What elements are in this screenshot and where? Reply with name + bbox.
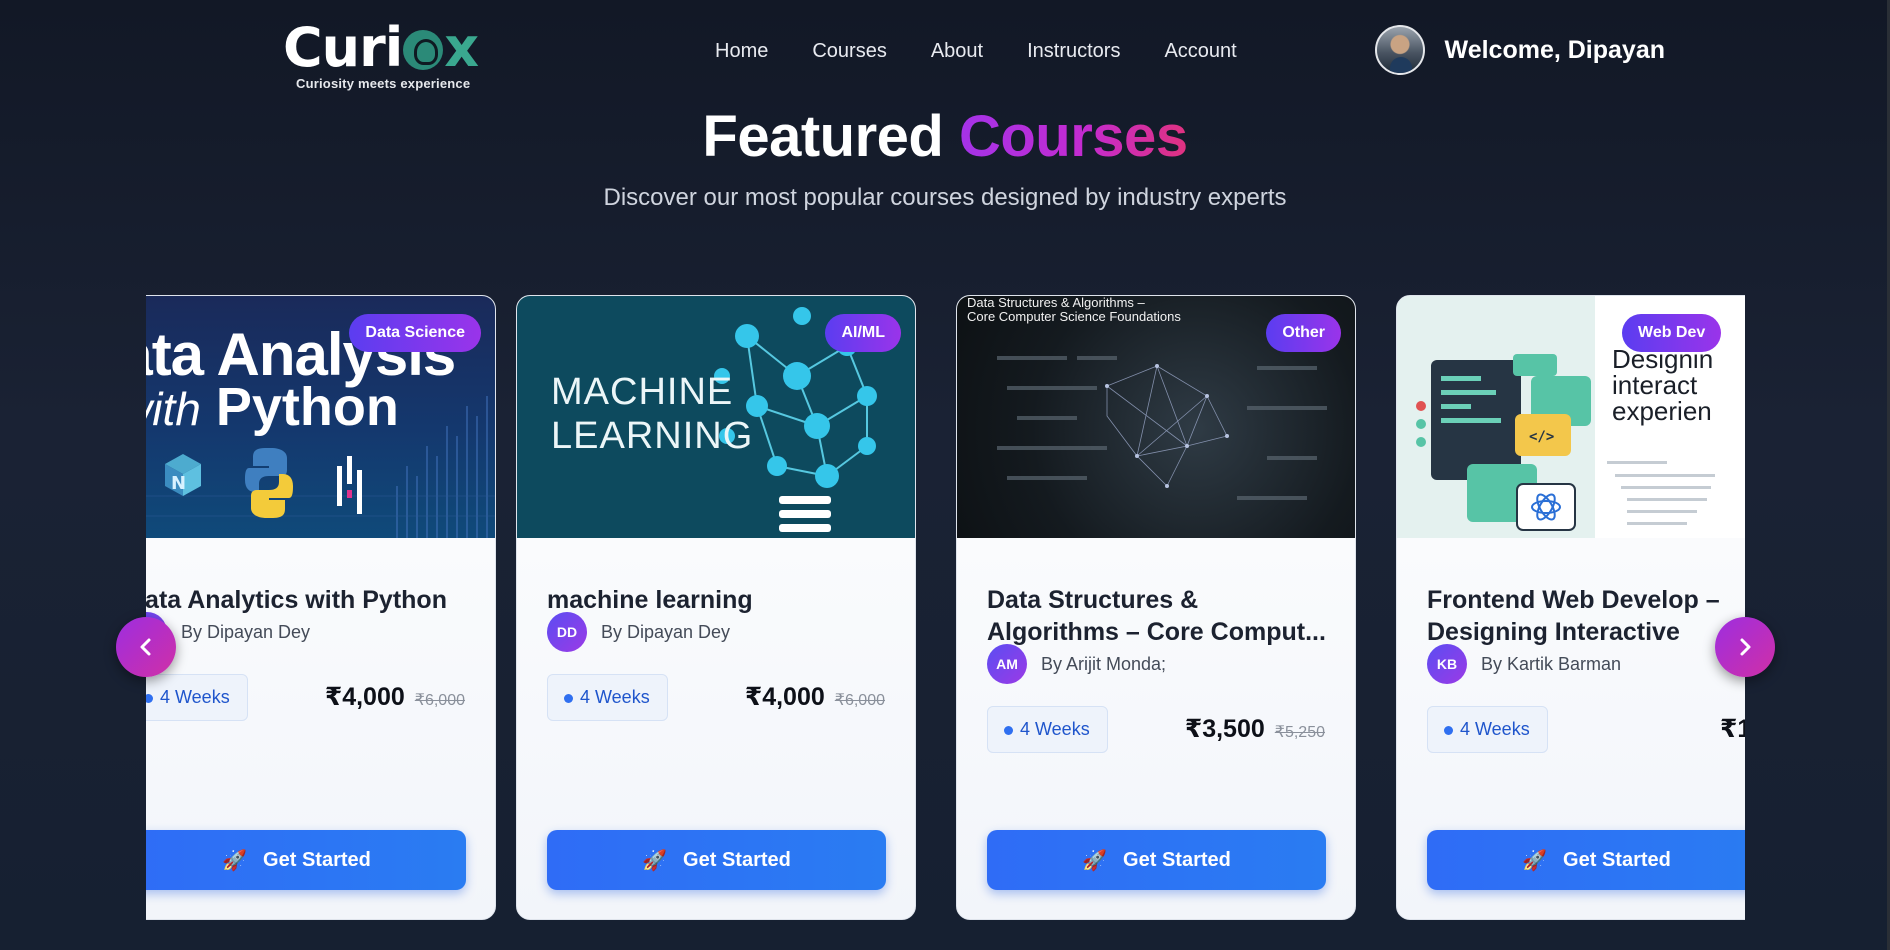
logo-text-right: x [444,16,479,79]
author-name: By Arijit Monda; [1041,653,1167,674]
author-initials: AM [987,644,1027,684]
category-badge: Data Science [349,314,481,352]
course-carousel: N Data Analysis with Python Data Scien [146,295,1745,922]
logo-text-left: Curi [283,16,403,79]
course-thumbnail: Data Structures & Algorithms – Core Comp… [957,296,1355,538]
nav-instructors[interactable]: Instructors [1027,40,1120,63]
main-nav: Home Courses About Instructors Account [715,40,1237,63]
title-white-part: Featured [702,104,944,169]
course-title[interactable]: Frontend Web Develop – Designing Interac… [1427,584,1745,648]
duration-badge: 4 Weeks [146,674,248,721]
nav-home[interactable]: Home [715,40,768,63]
original-price: ₹5,250 [1274,724,1325,741]
course-thumbnail: MACHINE LEARNING AI/ML [517,296,915,538]
cta-label: Get Started [1123,848,1231,871]
section-title: Featured Courses [0,103,1890,170]
rocket-icon: 🚀 [1082,849,1108,872]
course-price: ₹3,500 ₹5,250 [1185,714,1325,744]
current-price: ₹4,000 [744,683,825,711]
author-name: By Dipayan Dey [181,621,311,642]
thumbnail-heading: MACHINE LEARNING [551,370,753,458]
section-subtitle: Discover our most popular courses design… [603,184,1287,211]
get-started-button[interactable]: 🚀 Get Started [1427,830,1745,890]
svg-text:</>: </> [1529,429,1554,445]
caption-line1: Data Structures & Algorithms – [967,296,1145,310]
thumbnail-subheading: with Python [146,376,399,438]
cta-label: Get Started [263,848,371,871]
course-author: KB By Kartik Barman [1427,644,1621,684]
course-card[interactable]: </> Designin interact experien Web Dev F… [1396,295,1745,920]
get-started-button[interactable]: 🚀 Get Started [547,830,886,890]
category-badge: AI/ML [825,314,901,352]
current-price: ₹3,500 [1184,715,1265,743]
carousel-next-button[interactable] [1715,617,1775,677]
thumbnail-caption: Data Structures & Algorithms – Core Comp… [967,296,1181,324]
author-name: By Kartik Barman [1481,653,1622,674]
cta-label: Get Started [1563,848,1671,871]
author-initials: DD [547,612,587,652]
author-name: By Dipayan Dey [601,621,731,642]
nav-courses[interactable]: Courses [812,40,886,63]
thumbnail-line2: interact [1612,370,1698,400]
caption-line2: Core Computer Science Foundations [967,309,1181,324]
brain-icon [403,30,444,70]
user-avatar[interactable] [1374,25,1425,75]
nav-about[interactable]: About [931,40,983,63]
thumbnail-python: Python [215,377,399,437]
thumbnail-with: with [146,383,201,435]
thumbnail-heading: Designin interact experien [1612,346,1713,424]
course-price: ₹1,800 [1720,714,1745,744]
category-badge: Web Dev [1622,314,1722,352]
get-started-button[interactable]: 🚀 Get Started [987,830,1326,890]
course-author: DD By Dipayan Dey [547,612,730,652]
rocket-icon: 🚀 [222,849,248,872]
course-thumbnail: </> Designin interact experien Web Dev [1397,296,1745,538]
duration-badge: 4 Weeks [1427,706,1548,753]
rocket-icon: 🚀 [642,849,668,872]
welcome-text: Welcome, Dipayan [1444,35,1665,64]
svg-text:N: N [171,473,186,494]
chevron-left-icon [140,638,151,656]
course-author: AM By Arijit Monda; [987,644,1166,684]
course-thumbnail: N Data Analysis with Python Data Scien [146,296,495,538]
course-card[interactable]: N Data Analysis with Python Data Scien [146,295,496,920]
thumbnail-line2: LEARNING [551,415,754,457]
logo-tagline: Curiosity meets experience [296,76,471,91]
category-badge: Other [1266,314,1341,352]
curiox-logo[interactable]: Curi x Curiosity meets experience [283,20,493,92]
course-card[interactable]: MACHINE LEARNING AI/ML machine learning … [516,295,916,920]
author-initials: KB [1427,644,1467,684]
site-header: Curi x Curiosity meets experience Home Co… [0,0,1890,100]
course-title[interactable]: Data Structures & Algorithms – Core Comp… [987,584,1332,648]
thumbnail-line1: MACHINE [551,371,734,413]
get-started-button[interactable]: 🚀 Get Started [146,830,466,890]
original-price: ₹6,000 [414,692,465,709]
cta-label: Get Started [683,848,791,871]
title-gradient-part: Courses [958,104,1188,169]
carousel-prev-button[interactable] [116,617,176,677]
duration-badge: 4 Weeks [987,706,1108,753]
rocket-icon: 🚀 [1522,849,1548,872]
thumbnail-line3: experien [1612,396,1712,426]
course-price: ₹4,000 ₹6,000 [325,682,465,712]
user-menu[interactable]: Welcome, Dipayan [1374,25,1665,75]
current-price: ₹1,800 [1720,715,1745,743]
course-price: ₹4,000 ₹6,000 [745,682,885,712]
logo-wordmark: Curi x [283,20,493,76]
chevron-right-icon [1740,638,1751,656]
original-price: ₹6,000 [834,692,885,709]
nav-account[interactable]: Account [1164,40,1236,63]
current-price: ₹4,000 [324,683,405,711]
duration-badge: 4 Weeks [547,674,668,721]
course-card[interactable]: Data Structures & Algorithms – Core Comp… [956,295,1356,920]
